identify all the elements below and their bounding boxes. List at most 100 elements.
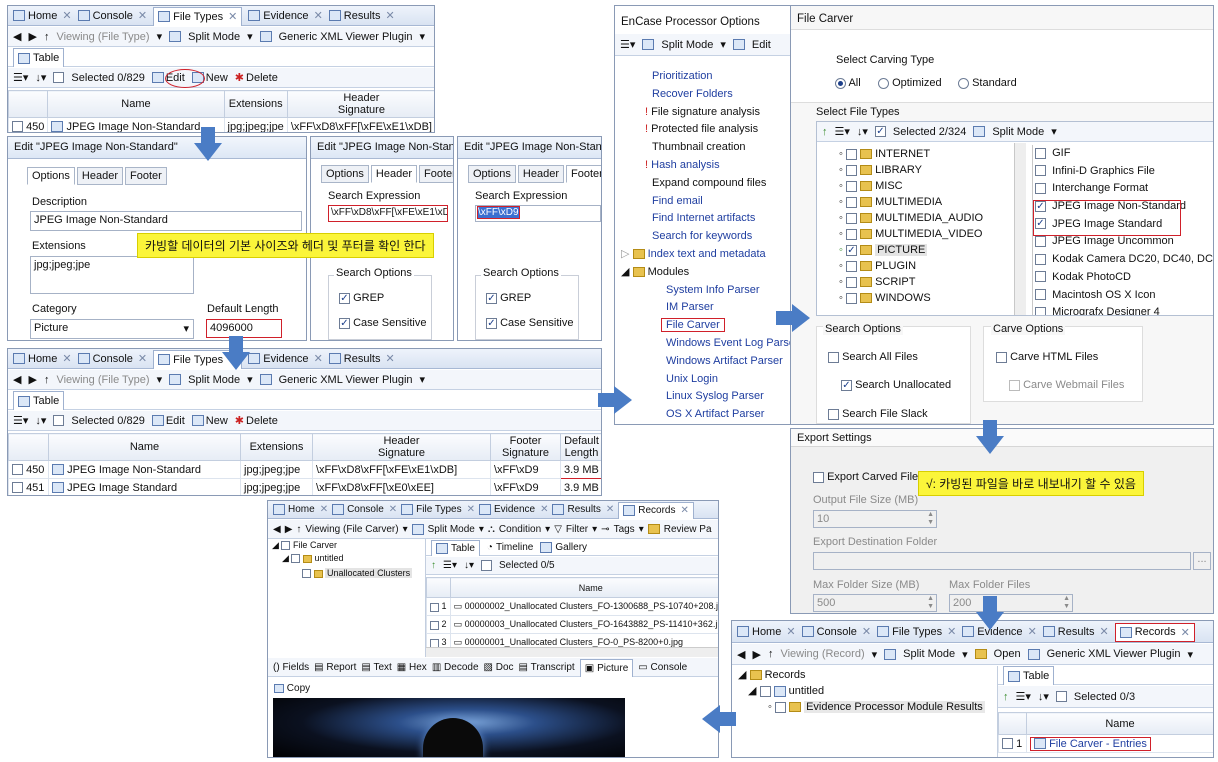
tab-options[interactable]: Options <box>321 165 369 183</box>
viewing-dropdown[interactable]: Viewing (File Type) <box>56 31 149 43</box>
tree-item[interactable]: ◦ SCRIPT <box>839 274 1019 290</box>
tab-home[interactable]: Home ✕ <box>737 625 796 638</box>
back-icon[interactable]: ◀ <box>273 524 281 535</box>
close-icon[interactable]: ✕ <box>1099 625 1108 638</box>
list-item[interactable]: Unix Login <box>621 371 791 389</box>
filter-button[interactable]: Filter <box>566 524 588 535</box>
sort-icon[interactable]: ↓▾ <box>35 414 46 427</box>
output-size-field[interactable]: 10 ▲ ▼ <box>813 510 937 528</box>
close-icon[interactable]: ✕ <box>1181 626 1190 639</box>
sort-icon[interactable]: ↓▾ <box>857 125 868 138</box>
close-icon[interactable]: ✕ <box>62 352 71 365</box>
carving-option-standard[interactable]: Standard <box>958 77 1017 89</box>
case-sensitive-checkbox[interactable] <box>486 317 497 329</box>
tab-evidence[interactable]: Evidence ✕ <box>248 9 323 22</box>
tree-checkbox[interactable] <box>845 228 857 240</box>
spinner-icon[interactable]: ▲ ▼ <box>927 595 934 611</box>
list-item[interactable]: Infini-D Graphics File <box>1035 163 1213 181</box>
tree-item[interactable]: ◦ MISC <box>839 178 1019 194</box>
select-all-checkbox[interactable] <box>481 560 493 571</box>
list-item[interactable]: ▷ Index text and metadata <box>621 246 791 264</box>
type-checkbox[interactable] <box>1035 289 1046 301</box>
edit-button[interactable]: Edit <box>752 39 771 51</box>
forward-icon[interactable]: ▶ <box>752 648 760 661</box>
export-carved-checkbox[interactable] <box>813 471 824 483</box>
list-item[interactable]: ! Hash analysis <box>621 157 791 175</box>
review-package-button[interactable]: Review Pa <box>664 524 712 535</box>
carve-webmail-option[interactable]: Carve Webmail Files <box>1009 379 1124 391</box>
forward-icon[interactable]: ▶ <box>28 373 36 386</box>
search-unallocated-checkbox[interactable] <box>841 379 852 391</box>
close-icon[interactable]: ✕ <box>862 625 871 638</box>
xml-viewer-button[interactable]: Generic XML Viewer Plugin <box>279 31 413 43</box>
carve-webmail-checkbox[interactable] <box>1009 379 1020 391</box>
sort-icon[interactable]: ↓▾ <box>464 560 474 571</box>
tab-table[interactable]: Table <box>431 539 480 556</box>
close-icon[interactable]: ✕ <box>389 504 397 515</box>
tab-console[interactable]: Console ✕ <box>77 9 147 22</box>
export-carved-option[interactable]: Export Carved Files <box>813 471 924 483</box>
close-icon[interactable]: ✕ <box>314 9 323 22</box>
grep-checkbox[interactable] <box>339 292 350 304</box>
tab-results[interactable]: Results ✕ <box>328 352 395 365</box>
list-item[interactable]: Linux Syslog Parser <box>621 388 791 406</box>
browse-button[interactable]: ... <box>1193 552 1211 570</box>
tree-checkbox[interactable] <box>759 685 771 697</box>
tree-checkbox[interactable] <box>845 212 857 224</box>
tab-fields[interactable]: () Fields <box>273 662 309 673</box>
tab-evidence[interactable]: Evidence ✕ <box>248 352 323 365</box>
search-unallocated-option[interactable]: Search Unallocated <box>841 379 951 391</box>
list-item[interactable]: System Info Parser <box>621 282 791 300</box>
tab-hex[interactable]: ▦ Hex <box>397 662 427 673</box>
menu-icon[interactable]: ☰▾ <box>620 38 635 51</box>
tab-results[interactable]: Results ✕ <box>328 9 395 22</box>
row-checkbox[interactable] <box>1002 738 1013 750</box>
up-icon[interactable]: ↑ <box>431 560 436 571</box>
carving-option-optimized[interactable]: Optimized <box>878 77 942 89</box>
tree-checkbox[interactable] <box>845 292 857 304</box>
tab-home[interactable]: Home ✕ <box>13 9 72 22</box>
tags-button[interactable]: Tags <box>614 524 635 535</box>
type-checkbox[interactable] <box>1035 147 1046 159</box>
type-checkbox[interactable] <box>1035 253 1046 265</box>
close-icon[interactable]: ✕ <box>786 625 795 638</box>
close-icon[interactable]: ✕ <box>540 504 548 515</box>
up-icon[interactable]: ↑ <box>768 648 774 660</box>
close-icon[interactable]: ✕ <box>680 505 688 516</box>
close-icon[interactable]: ✕ <box>947 625 956 638</box>
up-icon[interactable]: ↑ <box>44 31 50 43</box>
row-checkbox[interactable] <box>430 620 439 630</box>
tab-picture[interactable]: ▣ Picture <box>579 658 634 677</box>
carving-option-all[interactable]: All <box>835 77 861 89</box>
tab-console[interactable]: ▭ Console <box>638 662 687 673</box>
split-mode-button[interactable]: Split Mode <box>428 524 475 535</box>
table-row[interactable]: 1 File Carver - Entries <box>998 734 1213 753</box>
tree-checkbox[interactable] <box>291 554 301 564</box>
list-item[interactable]: OS X Artifact Parser <box>621 406 791 424</box>
tab-footer[interactable]: Footer <box>566 165 601 183</box>
search-file-slack-option[interactable]: Search File Slack <box>828 408 928 420</box>
list-item[interactable]: JPEG Image Uncommon <box>1035 233 1213 251</box>
copy-button[interactable]: Copy <box>274 683 310 694</box>
close-icon[interactable]: ✕ <box>1028 625 1037 638</box>
max-folder-size-field[interactable]: 500 ▲ ▼ <box>813 594 937 612</box>
tab-file-types[interactable]: File Types✕ <box>401 504 475 515</box>
search-all-files-checkbox[interactable] <box>828 351 839 363</box>
tab-records[interactable]: Records ✕ <box>618 501 694 519</box>
tab-records[interactable]: Records ✕ <box>1114 622 1195 642</box>
tree-checkbox[interactable] <box>845 164 857 176</box>
back-icon[interactable]: ◀ <box>737 648 745 661</box>
list-item[interactable]: Windows Event Log Parser <box>621 335 793 353</box>
xml-viewer-button[interactable]: Generic XML Viewer Plugin <box>1047 648 1181 660</box>
tab-console[interactable]: Console ✕ <box>801 625 871 638</box>
tab-header[interactable]: Header <box>370 165 417 183</box>
list-item[interactable]: Find Internet artifacts <box>621 210 791 228</box>
row-checkbox[interactable] <box>12 482 23 494</box>
tree-item[interactable]: Unallocated Clusters <box>272 565 422 581</box>
tab-decode[interactable]: ▥ Decode <box>432 662 479 673</box>
edit-button[interactable]: Edit <box>151 415 185 427</box>
radio-all[interactable] <box>835 77 846 89</box>
tree-checkbox[interactable] <box>845 260 857 272</box>
type-checkbox[interactable] <box>1035 165 1046 177</box>
tab-header[interactable]: Header <box>517 165 564 183</box>
